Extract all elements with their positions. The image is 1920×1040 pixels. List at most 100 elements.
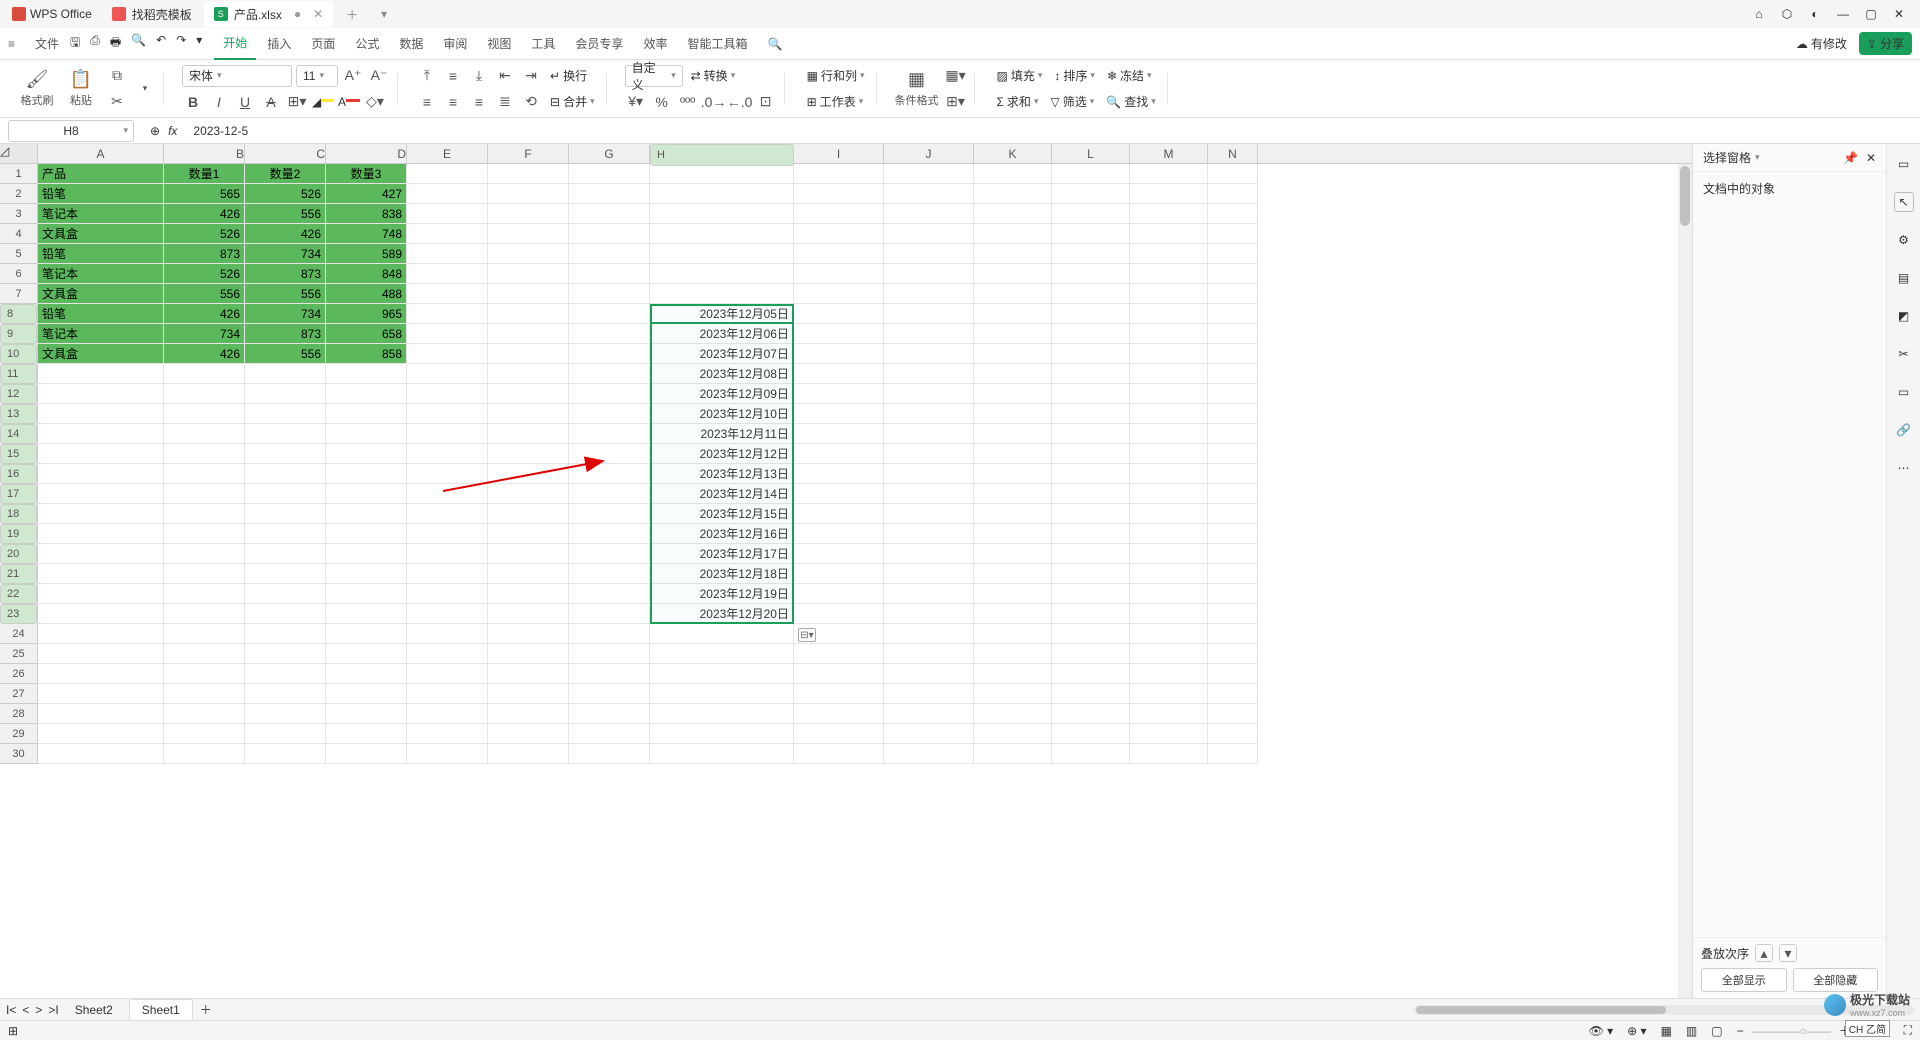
cell[interactable] bbox=[326, 684, 407, 704]
menu-search-icon[interactable]: 🔍 bbox=[758, 28, 791, 60]
cell[interactable] bbox=[569, 724, 650, 744]
cell[interactable] bbox=[569, 664, 650, 684]
menu-start[interactable]: 开始 bbox=[214, 28, 256, 60]
col-L[interactable]: L bbox=[1052, 144, 1130, 163]
cell[interactable] bbox=[1208, 284, 1258, 304]
cell[interactable] bbox=[407, 264, 488, 284]
col-F[interactable]: F bbox=[488, 144, 569, 163]
cell[interactable] bbox=[326, 464, 407, 484]
cell[interactable] bbox=[1052, 664, 1130, 684]
cell[interactable] bbox=[488, 224, 569, 244]
row-header[interactable]: 19 bbox=[0, 524, 37, 544]
cell[interactable] bbox=[974, 444, 1052, 464]
tab-file[interactable]: S 产品.xlsx ● ✕ bbox=[204, 1, 333, 27]
cell[interactable] bbox=[407, 184, 488, 204]
paste-button[interactable]: 📋粘贴 bbox=[62, 69, 100, 108]
indent-left-icon[interactable]: ⇤ bbox=[494, 65, 516, 87]
save-icon[interactable]: 🖫 bbox=[70, 33, 80, 54]
cell[interactable] bbox=[326, 724, 407, 744]
cell[interactable] bbox=[1130, 224, 1208, 244]
close-pane-icon[interactable]: ✕ bbox=[1866, 151, 1876, 165]
cell[interactable] bbox=[974, 644, 1052, 664]
cell[interactable] bbox=[650, 184, 794, 204]
cell[interactable] bbox=[1052, 444, 1130, 464]
cell[interactable] bbox=[488, 264, 569, 284]
cell[interactable] bbox=[884, 204, 974, 224]
col-D[interactable]: D bbox=[326, 144, 407, 163]
app-icon-2[interactable]: ⬡ bbox=[1780, 7, 1794, 21]
menu-review[interactable]: 审阅 bbox=[434, 28, 476, 60]
cell[interactable] bbox=[1208, 704, 1258, 724]
tab-templates[interactable]: 找稻壳模板 bbox=[102, 1, 202, 27]
cell[interactable] bbox=[326, 404, 407, 424]
cell[interactable] bbox=[974, 364, 1052, 384]
cell[interactable] bbox=[794, 564, 884, 584]
cell[interactable] bbox=[1208, 744, 1258, 764]
cell[interactable] bbox=[326, 564, 407, 584]
cell[interactable] bbox=[1052, 704, 1130, 724]
cell[interactable] bbox=[794, 184, 884, 204]
new-tab-button[interactable]: ＋ bbox=[339, 1, 365, 27]
cell[interactable] bbox=[884, 624, 974, 644]
indent-right-icon[interactable]: ⇥ bbox=[520, 65, 542, 87]
cell[interactable] bbox=[569, 304, 650, 324]
align-top-icon[interactable]: ⤒ bbox=[416, 65, 438, 87]
cell[interactable]: 铅笔 bbox=[38, 304, 164, 324]
cell[interactable] bbox=[1208, 444, 1258, 464]
cell[interactable] bbox=[569, 324, 650, 344]
cell[interactable] bbox=[164, 524, 245, 544]
dec-increase-icon[interactable]: .0→ bbox=[703, 91, 725, 113]
export-icon[interactable]: ⎙ bbox=[90, 33, 100, 54]
cell[interactable] bbox=[326, 664, 407, 684]
align-right-icon[interactable]: ≡ bbox=[468, 91, 490, 113]
wrap-button[interactable]: ↵换行 bbox=[546, 65, 591, 87]
clipboard-dropdown-icon[interactable]: ▾ bbox=[134, 78, 156, 100]
cell[interactable] bbox=[38, 624, 164, 644]
menu-file[interactable]: 文件 bbox=[26, 28, 68, 60]
status-mode-icon[interactable]: ⊞ bbox=[8, 1024, 18, 1038]
cell[interactable] bbox=[164, 744, 245, 764]
cell[interactable]: 427 bbox=[326, 184, 407, 204]
cell[interactable] bbox=[884, 444, 974, 464]
cell[interactable] bbox=[488, 184, 569, 204]
cell[interactable] bbox=[794, 524, 884, 544]
cell[interactable] bbox=[245, 684, 326, 704]
cell[interactable] bbox=[794, 284, 884, 304]
cell[interactable] bbox=[326, 384, 407, 404]
cell[interactable] bbox=[245, 624, 326, 644]
cell[interactable] bbox=[488, 624, 569, 644]
cell[interactable] bbox=[650, 644, 794, 664]
bold-button[interactable]: B bbox=[182, 91, 204, 113]
cell[interactable] bbox=[1208, 364, 1258, 384]
menu-data[interactable]: 数据 bbox=[390, 28, 432, 60]
cell[interactable] bbox=[164, 584, 245, 604]
cell[interactable]: 铅笔 bbox=[38, 244, 164, 264]
cell[interactable] bbox=[1208, 404, 1258, 424]
cell[interactable] bbox=[1052, 624, 1130, 644]
cell[interactable] bbox=[974, 584, 1052, 604]
last-sheet-icon[interactable]: >I bbox=[48, 1003, 58, 1017]
col-N[interactable]: N bbox=[1208, 144, 1258, 163]
cell[interactable] bbox=[1052, 484, 1130, 504]
cell[interactable] bbox=[488, 424, 569, 444]
italic-button[interactable]: I bbox=[208, 91, 230, 113]
cell[interactable] bbox=[650, 224, 794, 244]
cell[interactable]: 426 bbox=[245, 224, 326, 244]
align-bottom-icon[interactable]: ⤓ bbox=[468, 65, 490, 87]
cell[interactable] bbox=[245, 604, 326, 624]
cell[interactable] bbox=[245, 664, 326, 684]
row-header[interactable]: 11 bbox=[0, 364, 37, 384]
cell[interactable] bbox=[488, 544, 569, 564]
cell[interactable] bbox=[1130, 184, 1208, 204]
sheet-tab-2[interactable]: Sheet2 bbox=[63, 1000, 125, 1020]
cell[interactable] bbox=[1208, 184, 1258, 204]
cell[interactable]: 838 bbox=[326, 204, 407, 224]
cell[interactable] bbox=[407, 304, 488, 324]
cell[interactable] bbox=[1130, 464, 1208, 484]
cell[interactable] bbox=[1208, 304, 1258, 324]
cell[interactable] bbox=[1052, 244, 1130, 264]
cell[interactable] bbox=[974, 704, 1052, 724]
cell[interactable] bbox=[326, 484, 407, 504]
cell[interactable] bbox=[794, 664, 884, 684]
cell[interactable] bbox=[884, 324, 974, 344]
